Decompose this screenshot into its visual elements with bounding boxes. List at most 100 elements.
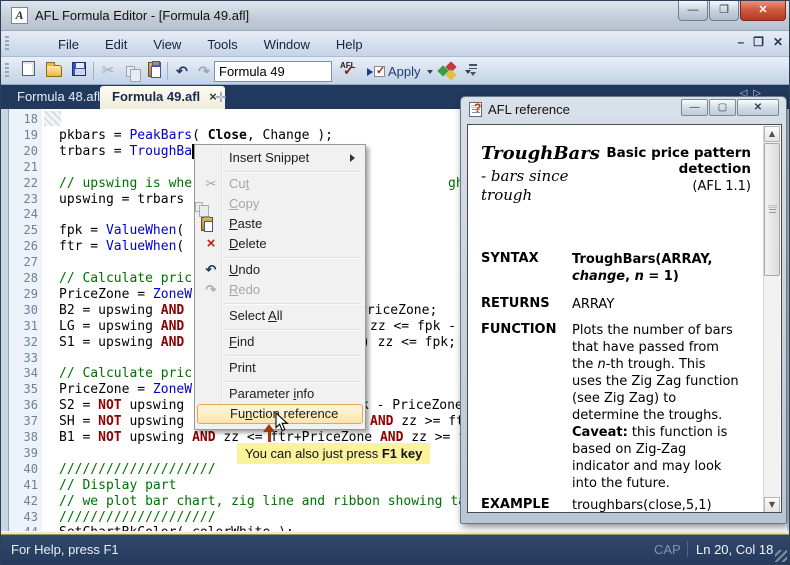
context-menu-item-paste[interactable]: Paste xyxy=(197,214,363,234)
apply-dropdown-icon[interactable] xyxy=(427,70,433,74)
save-button[interactable] xyxy=(68,61,90,82)
reference-minimize-button[interactable]: — xyxy=(681,99,708,116)
reference-maximize-button[interactable]: ▢ xyxy=(709,99,736,116)
context-menu-item-copy: Copy xyxy=(197,194,363,214)
check-icon: ✓ xyxy=(343,62,355,79)
copy-icon xyxy=(126,66,135,77)
close-button[interactable]: ✕ xyxy=(740,1,786,21)
line-number: 43 xyxy=(9,510,38,524)
redo-icon: ↷ xyxy=(198,63,210,79)
save-icon xyxy=(72,62,86,76)
toolbar-grip[interactable] xyxy=(5,36,9,52)
context-menu-item-parameter-info[interactable]: Parameter info xyxy=(197,384,363,404)
line-number: 34 xyxy=(9,366,38,380)
ref-value-syntax: TroughBars(ARRAY,change, n = 1) xyxy=(572,251,762,285)
line-number: 30 xyxy=(9,303,38,317)
toolbar: ✂ ↶ ↷ AFL ✓ Apply xyxy=(1,57,790,85)
new-tab-icon[interactable]: ✛ xyxy=(215,89,227,106)
menu-bar: FileEditViewToolsWindowHelp – ❐ ✕ xyxy=(1,31,790,57)
restore-button[interactable]: ❐ xyxy=(709,1,739,21)
line-number: 22 xyxy=(9,176,38,190)
tab-formula-48[interactable]: Formula 48.afl xyxy=(7,85,110,109)
scrollbar-thumb[interactable] xyxy=(764,143,780,276)
toolbar-overflow-button[interactable] xyxy=(467,62,479,80)
title-bar[interactable]: A AFL Formula Editor - [Formula 49.afl] … xyxy=(1,1,790,31)
paste-button[interactable] xyxy=(143,61,165,82)
scissors-icon: ✂ xyxy=(102,62,115,79)
line-number: 27 xyxy=(9,255,38,269)
context-menu-item-undo[interactable]: ↶Undo xyxy=(197,260,363,280)
apply-label: Apply xyxy=(388,64,421,79)
menu-file[interactable]: File xyxy=(45,34,92,55)
function-category: Basic price patterndetection xyxy=(581,145,751,177)
menu-view[interactable]: View xyxy=(140,34,194,55)
cursor-position-indicator: Ln 20, Col 18 xyxy=(696,542,773,557)
verify-syntax-button[interactable]: AFL ✓ xyxy=(339,61,365,82)
line-number: 40 xyxy=(9,462,38,476)
minimize-button[interactable]: — xyxy=(678,1,708,21)
line-number: 29 xyxy=(9,287,38,301)
afl-version: (AFL 1.1) xyxy=(692,179,751,194)
context-menu-item-find[interactable]: Find xyxy=(197,332,363,352)
reference-close-button[interactable]: ✕ xyxy=(737,99,779,116)
submenu-arrow-icon xyxy=(350,154,355,162)
line-number: 23 xyxy=(9,192,38,206)
undo-button[interactable]: ↶ xyxy=(171,61,193,82)
caps-lock-indicator: CAP xyxy=(654,542,681,557)
tab-formula-49[interactable]: Formula 49.afl× xyxy=(100,86,225,109)
window-title: AFL Formula Editor - [Formula 49.afl] xyxy=(35,8,249,23)
line-number: 42 xyxy=(9,494,38,508)
parameters-button[interactable] xyxy=(439,63,457,79)
new-file-button[interactable] xyxy=(17,61,39,82)
open-folder-icon xyxy=(46,65,62,77)
line-number: 21 xyxy=(9,160,38,174)
mouse-cursor-icon xyxy=(275,412,289,437)
app-icon: A xyxy=(11,7,28,24)
afl-reference-window[interactable]: AFL reference — ▢ ✕ TroughBars - bars si… xyxy=(460,96,787,524)
line-number: 36 xyxy=(9,398,38,412)
reference-window-title: AFL reference xyxy=(488,102,570,117)
context-menu-item-select-all[interactable]: Select All xyxy=(197,306,363,326)
line-number: 35 xyxy=(9,382,38,396)
ref-label-example: EXAMPLE xyxy=(481,497,569,512)
ref-value-example: troughbars(close,5,1) xyxy=(572,497,762,513)
cut-button: ✂ xyxy=(97,61,119,82)
context-menu-item-cut: ✂Cut xyxy=(197,174,363,194)
context-menu-item-delete[interactable]: ×Delete xyxy=(197,234,363,254)
formula-name-input[interactable] xyxy=(214,61,332,82)
toolbar-grip[interactable] xyxy=(5,63,9,79)
menu-tools[interactable]: Tools xyxy=(194,34,250,55)
line-number: 31 xyxy=(9,319,38,333)
open-file-button[interactable] xyxy=(43,61,65,82)
line-number: 24 xyxy=(9,207,38,221)
line-number: 38 xyxy=(9,430,38,444)
undo-icon: ↶ xyxy=(201,260,221,280)
line-number: 32 xyxy=(9,335,38,349)
redo-button: ↷ xyxy=(193,61,215,82)
apply-button[interactable]: Apply xyxy=(367,61,433,82)
mdi-restore-icon[interactable]: ❐ xyxy=(753,35,764,49)
ref-value-function: Plots the number of barsthat have passed… xyxy=(572,322,762,492)
mdi-close-icon[interactable]: ✕ xyxy=(773,35,783,49)
copy-icon xyxy=(195,202,203,212)
line-number: 20 xyxy=(9,144,38,158)
menu-help[interactable]: Help xyxy=(323,34,376,55)
mdi-minimize-icon[interactable]: – xyxy=(737,35,744,49)
line-number: 19 xyxy=(9,128,38,142)
ref-value-returns: ARRAY xyxy=(572,296,762,313)
ref-label-returns: RETURNS xyxy=(481,296,569,311)
margin-marker xyxy=(44,111,61,126)
context-menu-item-print[interactable]: Print xyxy=(197,358,363,378)
scroll-down-icon[interactable]: ▼ xyxy=(764,497,780,513)
editor-context-menu: Insert Snippet ✂CutCopyPaste×Delete ↶Undo↷… xyxy=(194,144,366,430)
reference-scrollbar[interactable]: ▲ ▼ xyxy=(763,126,780,513)
undo-icon: ↶ xyxy=(176,63,188,79)
status-bar: For Help, press F1 CAP Ln 20, Col 18 xyxy=(1,535,790,565)
menu-window[interactable]: Window xyxy=(251,34,323,55)
menu-edit[interactable]: Edit xyxy=(92,34,140,55)
resize-grip-icon[interactable] xyxy=(775,550,787,562)
context-menu-item-redo: ↷Redo xyxy=(197,280,363,300)
line-number: 37 xyxy=(9,414,38,428)
context-menu-item-insert-snippet[interactable]: Insert Snippet xyxy=(197,148,363,168)
scroll-up-icon[interactable]: ▲ xyxy=(764,126,780,142)
